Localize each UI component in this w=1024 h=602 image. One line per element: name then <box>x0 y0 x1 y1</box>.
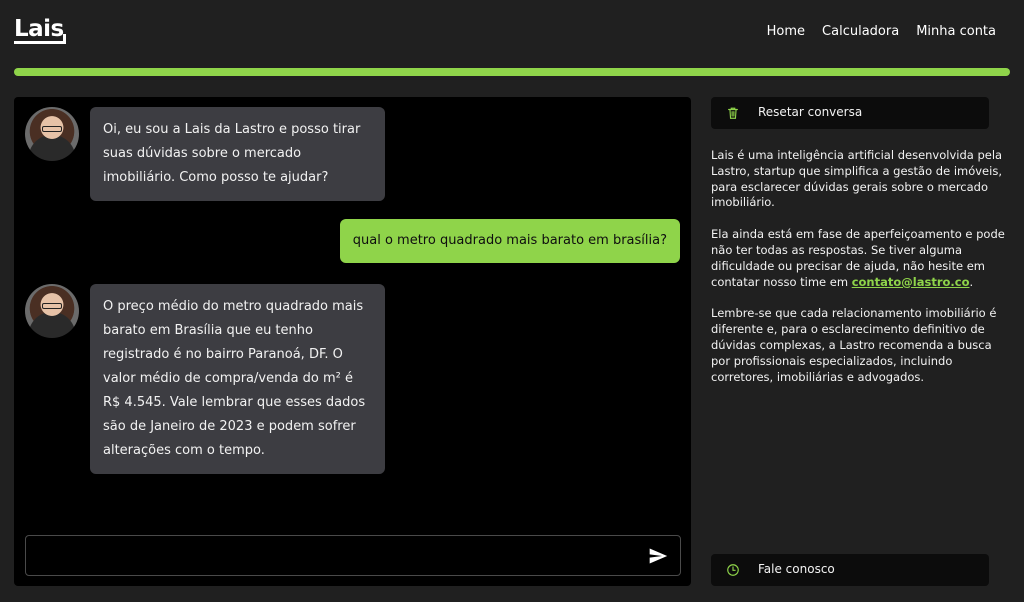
bot-message: O preço médio do metro quadrado mais bar… <box>90 284 385 474</box>
info-paragraph-3: Lembre-se que cada relacionamento imobil… <box>711 306 997 384</box>
nav-home[interactable]: Home <box>767 24 805 39</box>
message-input[interactable] <box>26 536 626 575</box>
logo-underline <box>14 34 66 44</box>
bot-avatar <box>25 284 79 338</box>
nav-minha-conta[interactable]: Minha conta <box>916 24 996 39</box>
user-message: qual o metro quadrado mais barato em bra… <box>339 219 680 263</box>
info-paragraph-2-end: . <box>969 274 974 289</box>
info-paragraph-2: Ela ainda está em fase de aperfeiçoament… <box>711 227 1007 290</box>
info-text: Lais é uma inteligência artificial desen… <box>711 148 1007 401</box>
send-icon[interactable] <box>648 546 668 566</box>
contact-us-label: Fale conosco <box>758 562 835 576</box>
trash-icon <box>728 107 738 119</box>
contact-email-link[interactable]: contato@lastro.co <box>852 275 970 289</box>
chat-panel: Oi, eu sou a Lais da Lastro e posso tira… <box>14 97 691 586</box>
reset-conversation-button[interactable]: Resetar conversa <box>711 97 989 129</box>
message-composer <box>25 535 681 576</box>
nav-calculadora[interactable]: Calculadora <box>822 24 899 39</box>
accent-bar <box>14 68 1010 76</box>
top-nav: Home Calculadora Minha conta <box>767 24 996 39</box>
reset-conversation-label: Resetar conversa <box>758 105 863 119</box>
clock-icon <box>727 564 739 576</box>
contact-us-button[interactable]: Fale conosco <box>711 554 989 586</box>
bot-message: Oi, eu sou a Lais da Lastro e posso tira… <box>90 107 385 201</box>
glasses-icon <box>42 126 62 132</box>
glasses-icon <box>42 303 62 309</box>
info-paragraph-1: Lais é uma inteligência artificial desen… <box>711 148 1003 210</box>
bot-avatar <box>25 107 79 161</box>
